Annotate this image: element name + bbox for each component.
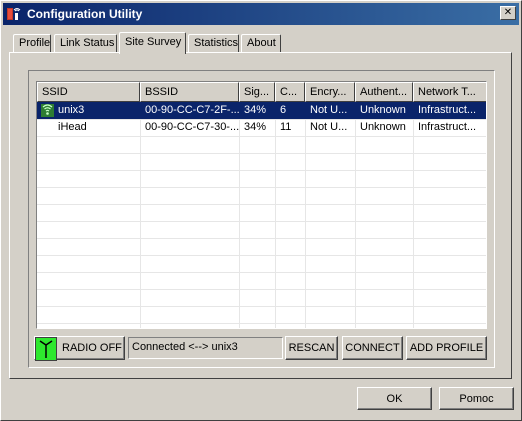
tab-about[interactable]: About [241, 34, 281, 53]
help-button[interactable]: Pomoc [439, 387, 514, 410]
ok-button[interactable]: OK [357, 387, 432, 410]
tab-link-status[interactable]: Link Status [54, 34, 117, 53]
tab-label: Site Survey [125, 36, 182, 48]
close-icon: ✕ [503, 7, 513, 18]
tab-label: About [247, 37, 276, 49]
tab-label: Link Status [60, 37, 115, 49]
tab-label: Profile [19, 37, 51, 49]
configuration-utility-window: Configuration Utility ✕ Profile Link Sta… [0, 0, 522, 421]
app-icon [7, 8, 21, 20]
title-bar[interactable]: Configuration Utility ✕ [3, 3, 519, 25]
tab-profile[interactable]: Profile [13, 34, 51, 53]
window-title: Configuration Utility [27, 7, 143, 21]
tab-label: Statistics [194, 37, 239, 49]
tab-panel [9, 52, 512, 379]
close-button[interactable]: ✕ [500, 6, 516, 20]
tab-site-survey[interactable]: Site Survey [119, 32, 186, 54]
tab-statistics[interactable]: Statistics [188, 34, 239, 53]
